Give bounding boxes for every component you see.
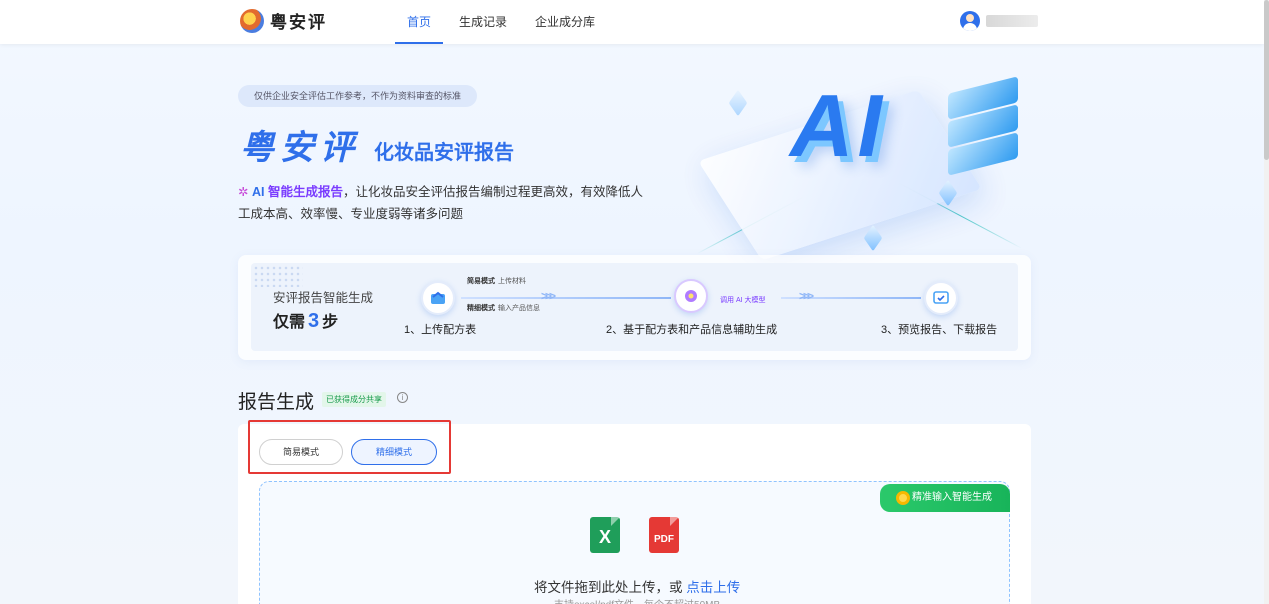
nav-ingredient-library[interactable]: 企业成分库 bbox=[521, 0, 609, 44]
desc-highlight: 智能生成报告 bbox=[267, 185, 343, 199]
logo-mascot-icon bbox=[240, 8, 264, 33]
main-nav: 首页 生成记录 企业成分库 bbox=[393, 0, 609, 44]
upload-hint: 支持excel/pdf文件，每个不超过50MB bbox=[554, 596, 720, 604]
upload-formula-icon bbox=[421, 281, 455, 315]
logo-text: 粤安评 bbox=[270, 13, 327, 32]
steps-count-suffix: 步 bbox=[322, 314, 339, 331]
chevron-right-icon: >>> bbox=[541, 289, 556, 303]
steps-card: 安评报告智能生成 仅需 3 步 1、上传配方表 简易模式 上传材料 精细模式 输入产品信… bbox=[238, 255, 1031, 360]
brand-subtitle: 化妆品安评报告 bbox=[374, 142, 514, 164]
upload-instruction: 将文件拖到此处上传，或 点击上传 bbox=[534, 576, 740, 596]
precise-input-tag: 精准输入智能生成 bbox=[880, 484, 1010, 512]
desc-ai: AI bbox=[251, 185, 265, 199]
fine-mode-name: 精细模式 bbox=[467, 305, 495, 312]
steps-count-prefix: 仅需 bbox=[273, 314, 306, 331]
ai-model-icon bbox=[674, 279, 708, 313]
disclaimer-notice: 仅供企业安全评估工作参考，不作为资料审查的标准 bbox=[238, 85, 478, 107]
step-3-label: 3、预览报告、下载报告 bbox=[881, 324, 998, 336]
chevron-right-icon-2: >>> bbox=[799, 289, 814, 303]
brand-title: 粤安评 bbox=[240, 129, 360, 167]
fine-mode-tag: 精细模式 输入产品信息 bbox=[467, 303, 540, 313]
excel-icon-label: X bbox=[598, 527, 611, 547]
scrollbar-thumb[interactable] bbox=[1264, 0, 1269, 160]
fine-mode-desc: 输入产品信息 bbox=[498, 305, 540, 312]
step-1-label: 1、上传配方表 bbox=[404, 324, 477, 336]
excel-file-icon: X bbox=[590, 517, 620, 553]
nav-generation-records[interactable]: 生成记录 bbox=[445, 0, 521, 44]
pdf-icon-label: PDF bbox=[654, 534, 674, 545]
precise-input-label: 精准输入智能生成 bbox=[912, 492, 992, 503]
click-upload-link[interactable]: 点击上传 bbox=[686, 580, 740, 595]
simple-mode-name: 简易模式 bbox=[467, 278, 495, 285]
hero-ai-illustration: AI bbox=[690, 55, 1030, 261]
steps-count-number: 3 bbox=[308, 310, 320, 332]
ingredient-share-badge: 已获得成分共享 bbox=[322, 392, 386, 407]
user-avatar-icon bbox=[960, 11, 980, 31]
pdf-file-icon: PDF bbox=[649, 517, 679, 553]
user-menu[interactable] bbox=[960, 11, 1038, 31]
simple-mode-desc: 上传材料 bbox=[498, 278, 526, 285]
connector-line bbox=[461, 297, 671, 299]
model-tag: 调用 AI 大模型 bbox=[720, 297, 766, 304]
page-scrollbar[interactable] bbox=[1264, 0, 1269, 604]
simple-mode-tag: 简易模式 上传材料 bbox=[467, 276, 526, 286]
dot-pattern-decor bbox=[253, 265, 303, 287]
step-2-label: 2、基于配方表和产品信息辅助生成 bbox=[606, 324, 778, 336]
user-name-redacted bbox=[986, 15, 1038, 27]
illustration-ai-text: AI bbox=[790, 76, 886, 175]
upload-prefix: 将文件拖到此处上传，或 bbox=[534, 580, 683, 595]
sparkle-icon: ✲ bbox=[238, 185, 249, 199]
report-section-title: 报告生成 bbox=[238, 392, 315, 413]
fine-mode-button[interactable]: 精细模式 bbox=[351, 439, 437, 465]
info-icon[interactable]: i bbox=[397, 392, 408, 403]
top-navbar: 粤安评 首页 生成记录 企业成分库 bbox=[0, 0, 1264, 44]
steps-inner: 安评报告智能生成 仅需 3 步 1、上传配方表 简易模式 上传材料 精细模式 输入产品信… bbox=[251, 263, 1018, 351]
logo[interactable]: 粤安评 bbox=[240, 8, 327, 33]
simple-mode-button[interactable]: 简易模式 bbox=[259, 439, 343, 465]
gear-icon bbox=[896, 491, 910, 505]
preview-download-icon bbox=[924, 281, 958, 315]
nav-home[interactable]: 首页 bbox=[393, 0, 445, 44]
hero-description: ✲ AI 智能生成报告，让化妆品安全评估报告编制过程更高效，有效降低人工成本高、… bbox=[238, 181, 648, 225]
steps-title: 安评报告智能生成 bbox=[273, 291, 374, 305]
hero-brand: 粤安评 化妆品安评报告 bbox=[240, 120, 514, 169]
steps-count: 仅需 3 步 bbox=[273, 308, 338, 333]
